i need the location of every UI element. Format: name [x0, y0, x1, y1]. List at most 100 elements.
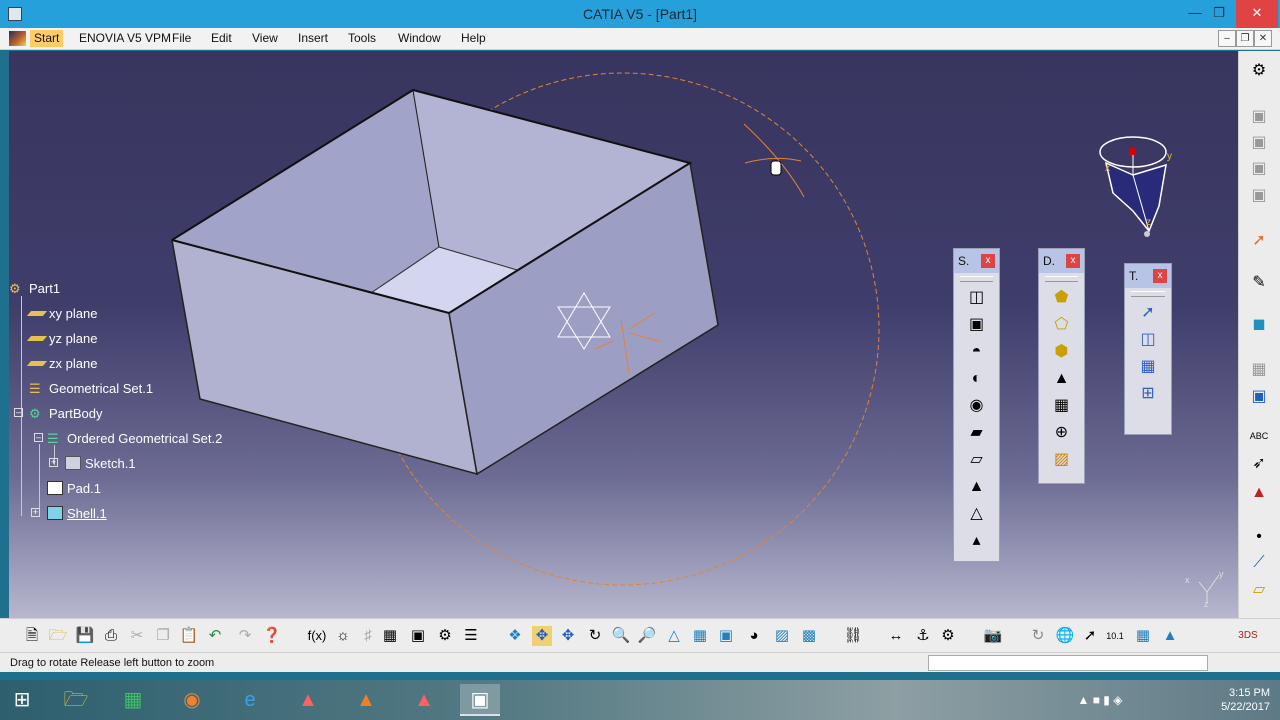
zoom-out-icon[interactable]: 🔎: [637, 626, 657, 646]
cut-icon[interactable]: ✂: [127, 626, 147, 646]
internet-explorer-icon[interactable]: e: [230, 684, 270, 716]
plane-tool-icon[interactable]: ▱: [1248, 580, 1270, 600]
sketch-positioned-icon[interactable]: ▣: [1248, 133, 1270, 153]
clock[interactable]: 3:15 PM 5/22/2017: [1221, 686, 1270, 714]
copy-icon[interactable]: ❐: [153, 626, 173, 646]
catalog-icon[interactable]: ▣: [408, 626, 428, 646]
tree-node-yz-plane[interactable]: yz plane: [26, 328, 97, 348]
multi-view-icon[interactable]: ▦: [690, 626, 710, 646]
shell-icon[interactable]: ▲: [1051, 368, 1073, 390]
expand-sketch-icon[interactable]: +: [49, 458, 58, 467]
rib-icon[interactable]: ▰: [966, 422, 988, 444]
sketcher-icon[interactable]: ▣: [1248, 107, 1270, 127]
draft-icon[interactable]: ⬢: [1051, 341, 1073, 363]
tree-node-part1[interactable]: ⚙ Part1: [9, 278, 60, 298]
tree-node-geometrical-set[interactable]: ☰ Geometrical Set.1: [29, 378, 153, 398]
doc-close-button[interactable]: ✕: [1254, 30, 1272, 47]
binary-icon[interactable]: 10.1: [1105, 626, 1125, 646]
design-table-icon[interactable]: ☰: [461, 626, 481, 646]
start-menu-icon[interactable]: [9, 31, 26, 46]
collapse-ordered-set-icon[interactable]: –: [34, 433, 43, 442]
normal-view-icon[interactable]: △: [664, 626, 684, 646]
remove-face-icon[interactable]: ▨: [1051, 449, 1073, 471]
thread-icon[interactable]: ⊕: [1051, 422, 1073, 444]
collapse-partbody-icon[interactable]: –: [14, 408, 23, 417]
menu-window[interactable]: Window: [398, 31, 441, 45]
pocket-icon[interactable]: ▣: [966, 314, 988, 336]
pan-icon[interactable]: ✥: [558, 626, 578, 646]
flag-note-icon[interactable]: ➶: [1248, 454, 1270, 474]
tree-node-partbody[interactable]: ⚙ PartBody: [29, 403, 102, 423]
capture-camera-icon[interactable]: 📷: [983, 626, 1003, 646]
tree-node-zx-plane[interactable]: zx plane: [26, 353, 97, 373]
hide-show-icon[interactable]: ▨: [772, 626, 792, 646]
close-button[interactable]: ✕: [1236, 0, 1278, 28]
grid-icon[interactable]: ▦: [1133, 626, 1153, 646]
toolbar-close-button[interactable]: x: [1066, 254, 1080, 268]
file-explorer-icon[interactable]: 🗁: [56, 684, 96, 716]
tree-node-ordered-geometrical-set[interactable]: ☰ Ordered Geometrical Set.2: [47, 428, 222, 448]
thickness-icon[interactable]: ▦: [1051, 395, 1073, 417]
catia-task-2-icon[interactable]: ▲: [404, 684, 444, 716]
remove-loft-icon[interactable]: ▴: [966, 530, 988, 552]
menu-insert[interactable]: Insert: [298, 31, 328, 45]
point-icon[interactable]: •: [1248, 527, 1270, 547]
settings-gear-icon[interactable]: ⚙: [1248, 61, 1270, 81]
sketch-based-features-toolbar[interactable]: S. x ◫ ▣ ◓ ◐ ◉ ▰ ▱ ▲ △ ▴: [953, 248, 1000, 562]
slot-icon[interactable]: ▱: [966, 449, 988, 471]
store-icon[interactable]: ▦: [113, 684, 153, 716]
toolbar-grip[interactable]: [960, 276, 993, 282]
globe-icon[interactable]: 🌐: [1055, 626, 1075, 646]
tree-node-pad[interactable]: Pad.1: [47, 478, 101, 498]
tree-node-xy-plane[interactable]: xy plane: [26, 303, 97, 323]
open-folder-icon[interactable]: 🗁: [48, 626, 68, 646]
anchor-icon[interactable]: ⚓: [913, 626, 933, 646]
analysis-icon[interactable]: ▲: [1248, 483, 1270, 503]
fix-icon[interactable]: ⚙: [938, 626, 958, 646]
text-annotation-icon[interactable]: ABC: [1248, 426, 1270, 446]
line-icon[interactable]: ⟋: [1248, 553, 1270, 573]
maximize-button[interactable]: ❐: [1204, 0, 1234, 28]
groove-icon[interactable]: ◐: [966, 368, 988, 390]
chamfer-icon[interactable]: ⬠: [1051, 314, 1073, 336]
save-icon[interactable]: 💾: [75, 626, 95, 646]
power-input-field[interactable]: [928, 655, 1208, 671]
swap-space-icon[interactable]: ▩: [799, 626, 819, 646]
vlc-icon[interactable]: ▲: [346, 684, 386, 716]
iso-view-icon[interactable]: ▣: [716, 626, 736, 646]
toolbar-grip[interactable]: [1045, 276, 1078, 282]
doc-restore-button[interactable]: ❐: [1236, 30, 1254, 47]
rotate-icon[interactable]: ↻: [585, 626, 605, 646]
print-icon[interactable]: ⎙: [101, 626, 121, 646]
loft-icon[interactable]: △: [966, 503, 988, 525]
undo-icon[interactable]: ↶: [205, 626, 225, 646]
translation-icon[interactable]: ➚: [1137, 302, 1159, 324]
zoom-in-icon[interactable]: 🔍: [611, 626, 631, 646]
tree-node-shell[interactable]: Shell.1: [47, 503, 107, 523]
catia-task-icon[interactable]: ▲: [288, 684, 328, 716]
compass-icon[interactable]: [1099, 136, 1167, 237]
axis-system-tool-icon[interactable]: ▦: [1248, 360, 1270, 380]
axis-tool-icon[interactable]: ➚: [1080, 626, 1100, 646]
new-file-icon[interactable]: 🗎: [22, 626, 42, 646]
media-app-icon[interactable]: ◉: [172, 684, 212, 716]
table-icon[interactable]: ▦: [380, 626, 400, 646]
knowledge-icon[interactable]: ☼: [333, 626, 353, 646]
constraint-icon[interactable]: ↔: [886, 626, 906, 646]
snap-icon[interactable]: ▲: [1160, 626, 1180, 646]
toolbar-close-button[interactable]: x: [1153, 269, 1167, 283]
pattern-icon[interactable]: ▦: [1137, 356, 1159, 378]
menu-help[interactable]: Help: [461, 31, 486, 45]
sketch-view-icon[interactable]: ▣: [1248, 159, 1270, 179]
edge-fillet-icon[interactable]: ⬟: [1051, 287, 1073, 309]
toolbar-close-button[interactable]: x: [981, 254, 995, 268]
paste-icon[interactable]: 📋: [179, 626, 199, 646]
whats-this-icon[interactable]: ❓: [262, 626, 282, 646]
pad-icon[interactable]: ◫: [966, 287, 988, 309]
shading-icon[interactable]: ◕: [744, 626, 764, 646]
formula-icon[interactable]: f(x): [307, 626, 327, 646]
windows-start-icon[interactable]: ⊞: [2, 684, 42, 716]
stiffener-icon[interactable]: ▲: [966, 476, 988, 498]
scaling-icon[interactable]: ⊞: [1137, 383, 1159, 405]
measure-icon[interactable]: ✎: [1248, 273, 1270, 293]
